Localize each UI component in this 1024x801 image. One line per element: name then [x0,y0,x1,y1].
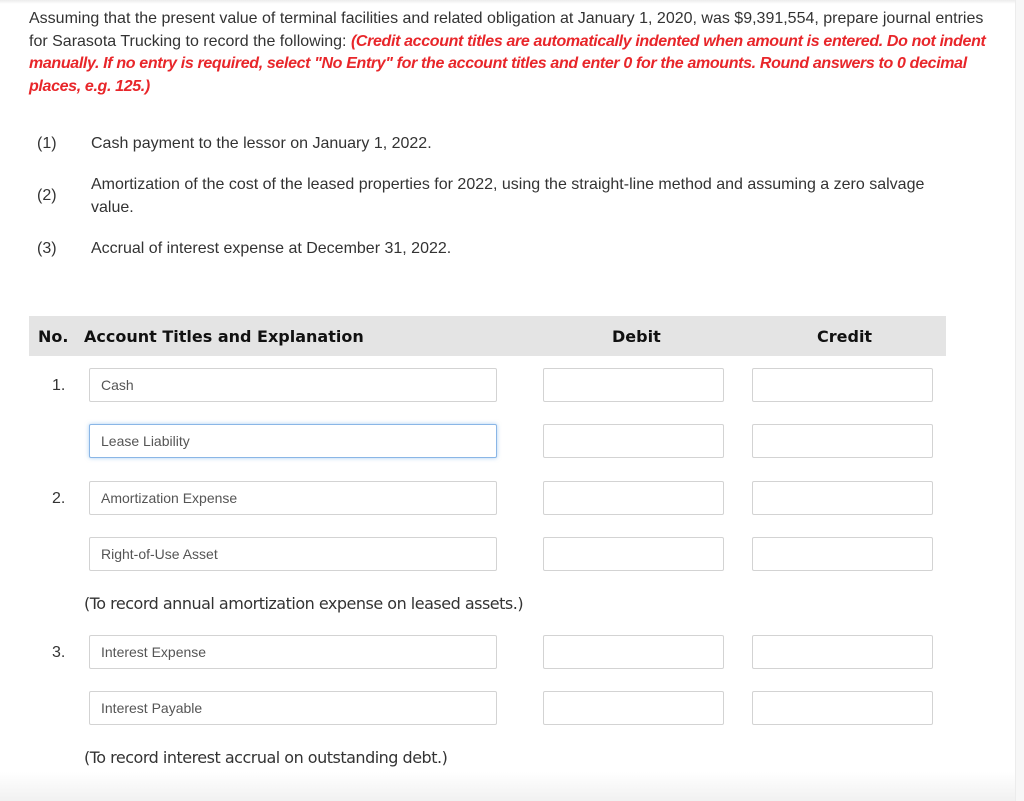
header-account-titles: Account Titles and Explanation [84,327,364,346]
header-no: No. [38,327,69,346]
journal-table-header: No. Account Titles and Explanation Debit… [29,316,946,356]
credit-input[interactable] [752,537,933,571]
requirement-text: Cash payment to the lessor on January 1,… [91,135,432,152]
header-debit: Debit [612,327,661,346]
debit-input[interactable] [543,691,724,725]
credit-input[interactable] [752,691,933,725]
requirement-text: Accrual of interest expense at December … [91,240,452,257]
credit-input[interactable] [752,481,933,515]
entry-explanation: (To record annual amortization expense o… [84,594,524,613]
debit-input[interactable] [543,635,724,669]
account-title-input[interactable]: Right-of-Use Asset [89,537,497,571]
debit-input[interactable] [543,537,724,571]
credit-input[interactable] [752,424,933,458]
credit-input[interactable] [752,635,933,669]
debit-input[interactable] [543,481,724,515]
entry-number: 2. [52,490,66,507]
account-title-input[interactable]: Amortization Expense [89,481,497,515]
account-title-input[interactable]: Interest Payable [89,691,497,725]
entry-number: 1. [52,377,66,394]
top-shadow [0,0,1024,4]
entry-number: 3. [52,644,66,661]
requirement-number: (3) [37,240,57,257]
debit-input[interactable] [543,368,724,402]
bottom-fade [0,772,1015,801]
header-credit: Credit [817,327,873,346]
instructions: Assuming that the present value of termi… [29,8,989,98]
requirement-number: (2) [37,187,57,204]
scrollbar-track[interactable] [1015,0,1024,801]
account-title-input[interactable]: Lease Liability [89,424,497,458]
account-title-input[interactable]: Interest Expense [89,635,497,669]
requirement-text: Amortization of the cost of the leased p… [91,176,925,216]
credit-input[interactable] [752,368,933,402]
requirement-number: (1) [37,135,57,152]
account-title-input[interactable]: Cash [89,368,497,402]
debit-input[interactable] [543,424,724,458]
entry-explanation: (To record interest accrual on outstandi… [84,748,448,767]
